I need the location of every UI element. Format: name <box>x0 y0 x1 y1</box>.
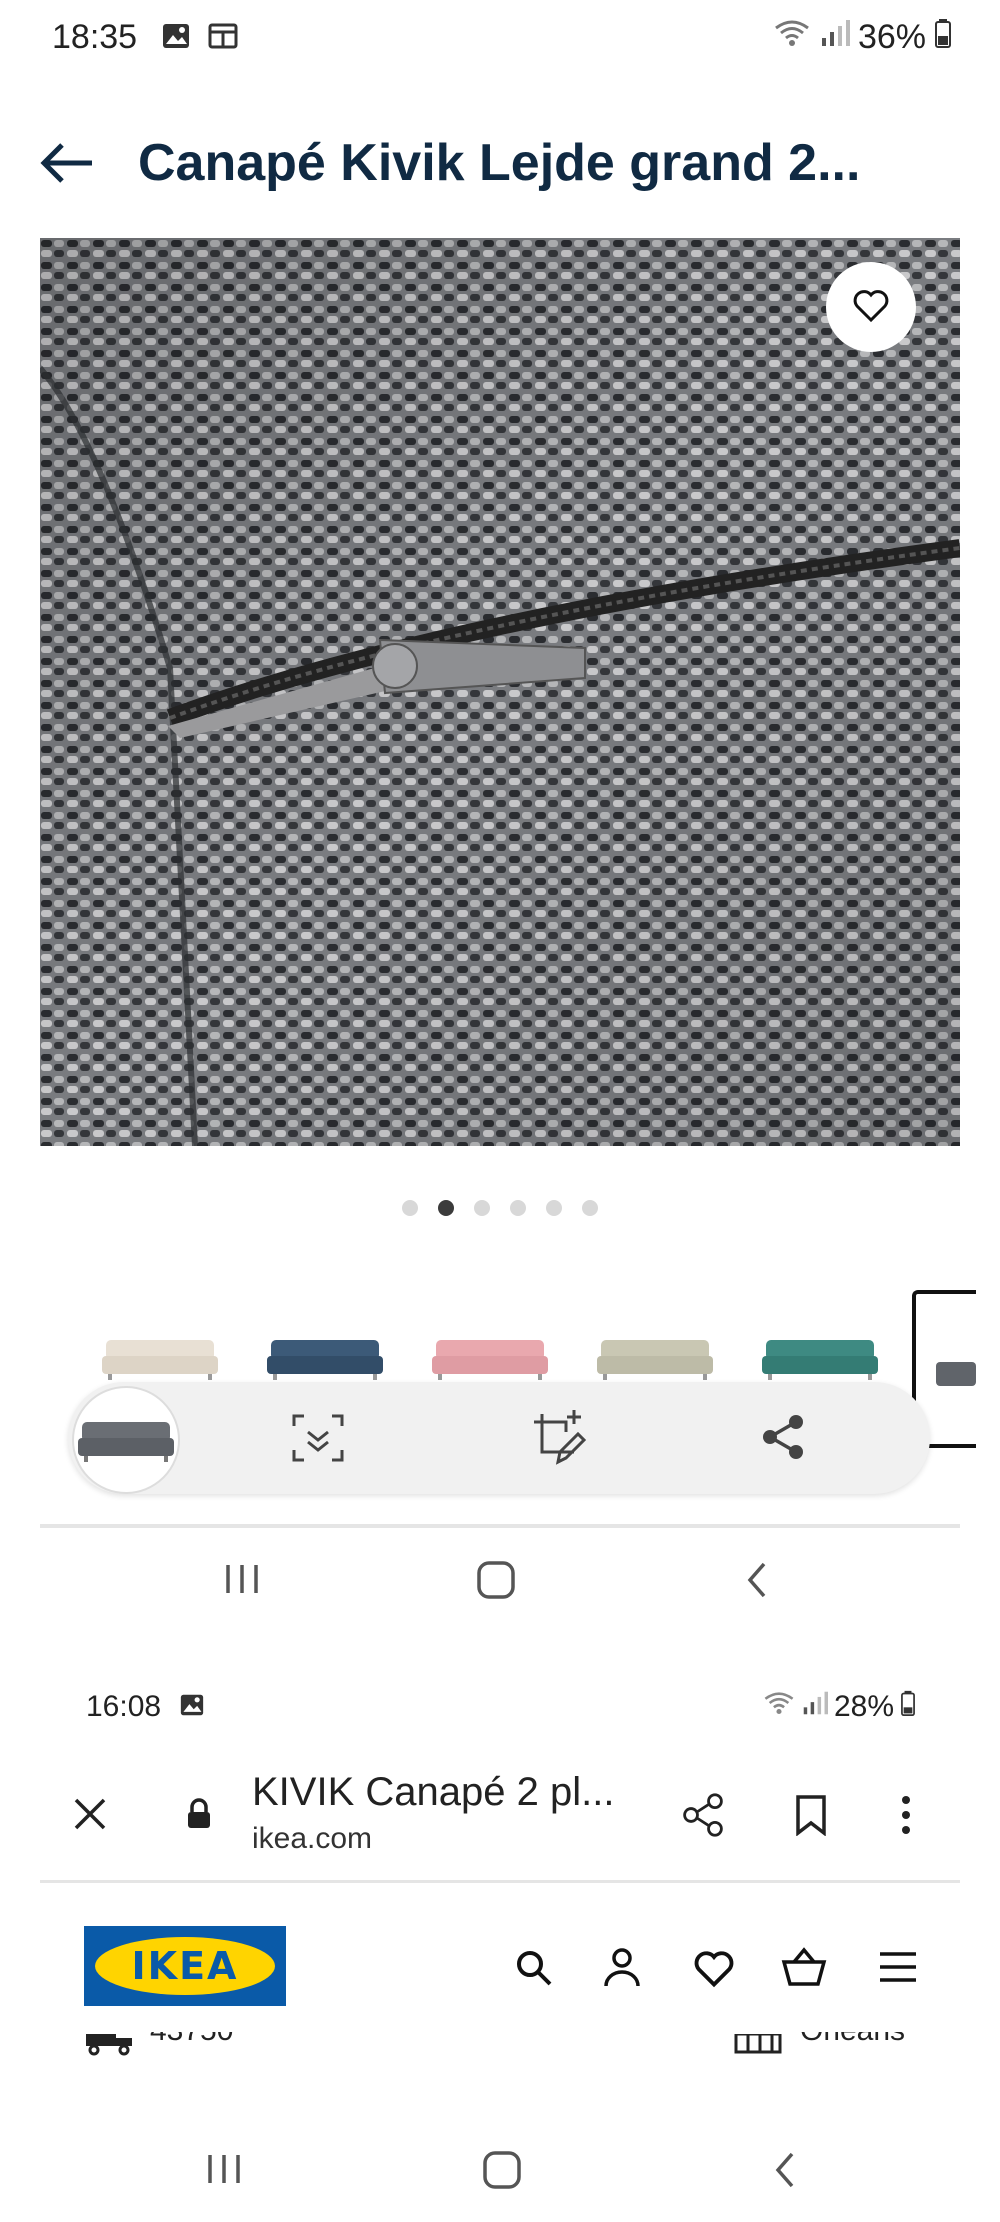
bookmark-icon[interactable] <box>794 1794 828 1841</box>
home-icon[interactable] <box>482 2150 522 2195</box>
product-image[interactable] <box>40 238 960 1146</box>
carousel-dot[interactable] <box>510 1200 526 1216</box>
battery-icon <box>934 18 952 57</box>
fabric-texture <box>40 238 960 1146</box>
partial-content-row: 43750 Orléans <box>0 2032 1000 2060</box>
menu-icon[interactable] <box>878 1950 918 1989</box>
home-icon[interactable] <box>476 1560 516 1605</box>
arrow-left-icon[interactable] <box>40 138 96 193</box>
wifi-icon <box>762 1690 796 1724</box>
battery-icon <box>900 1690 916 1724</box>
share-icon[interactable] <box>680 1792 726 1843</box>
status-time: 18:35 <box>52 18 138 56</box>
wifi-icon <box>772 18 812 57</box>
user-icon[interactable] <box>602 1946 642 1993</box>
header-bar: Canapé Kivik Lejde grand 2... <box>40 128 980 208</box>
divider <box>40 1880 960 1883</box>
heart-icon <box>851 287 891 328</box>
signal-icon <box>820 18 850 57</box>
navigation-bar <box>0 2142 1000 2202</box>
heart-icon[interactable] <box>692 1948 736 1993</box>
lock-icon <box>186 1798 212 1835</box>
screenshot-thumbnail[interactable] <box>72 1386 180 1494</box>
delivery-truck-icon <box>84 2034 140 2060</box>
navigation-bar <box>0 1550 1000 1610</box>
url-title[interactable]: KIVIK Canapé 2 pl... <box>252 1770 614 1815</box>
page-title: Canapé Kivik Lejde grand 2... <box>138 134 861 192</box>
ikea-header-icons <box>514 1944 924 1994</box>
status-bar-bottom: 16:08 28% <box>86 1690 916 1734</box>
carousel-dot[interactable] <box>474 1200 490 1216</box>
back-chevron-icon[interactable] <box>742 1560 772 1605</box>
status-bar-top: 18:35 36% <box>52 18 952 68</box>
battery-percent: 28% <box>833 1690 894 1723</box>
battery-percent: 36% <box>857 18 926 56</box>
share-icon[interactable] <box>758 1412 808 1467</box>
gallery-icon <box>179 1691 205 1725</box>
browser-toolbar: KIVIK Canapé 2 pl... ikea.com <box>0 1760 1000 1870</box>
favorite-button[interactable] <box>826 262 916 352</box>
carousel-indicator <box>402 1200 598 1216</box>
ikea-logo[interactable]: IKEA <box>84 1926 286 2006</box>
recents-icon[interactable] <box>204 2152 244 2191</box>
partial-postcode: 43750 <box>150 2032 233 2048</box>
scan-icon[interactable] <box>290 1410 346 1471</box>
store-icon <box>734 2032 782 2060</box>
close-icon[interactable] <box>72 1796 108 1837</box>
recents-icon[interactable] <box>222 1562 262 1601</box>
calendar-icon <box>208 20 238 59</box>
divider <box>40 1524 960 1528</box>
carousel-dot[interactable] <box>546 1200 562 1216</box>
carousel-dot-active[interactable] <box>438 1200 454 1216</box>
signal-icon <box>802 1690 828 1724</box>
more-vertical-icon[interactable] <box>900 1794 912 1841</box>
basket-icon[interactable] <box>780 1946 828 1993</box>
status-time: 16:08 <box>86 1690 162 1723</box>
screenshot-toolbar <box>68 1382 930 1494</box>
back-chevron-icon[interactable] <box>770 2150 800 2195</box>
carousel-dot[interactable] <box>582 1200 598 1216</box>
gallery-icon <box>161 20 191 59</box>
partial-store-name: Orléans <box>800 2032 905 2048</box>
ikea-logo-text: IKEA <box>95 1937 275 1995</box>
url-domain[interactable]: ikea.com <box>252 1822 372 1856</box>
carousel-dot[interactable] <box>402 1200 418 1216</box>
search-icon[interactable] <box>514 1948 554 1993</box>
crop-edit-icon[interactable] <box>528 1408 588 1473</box>
